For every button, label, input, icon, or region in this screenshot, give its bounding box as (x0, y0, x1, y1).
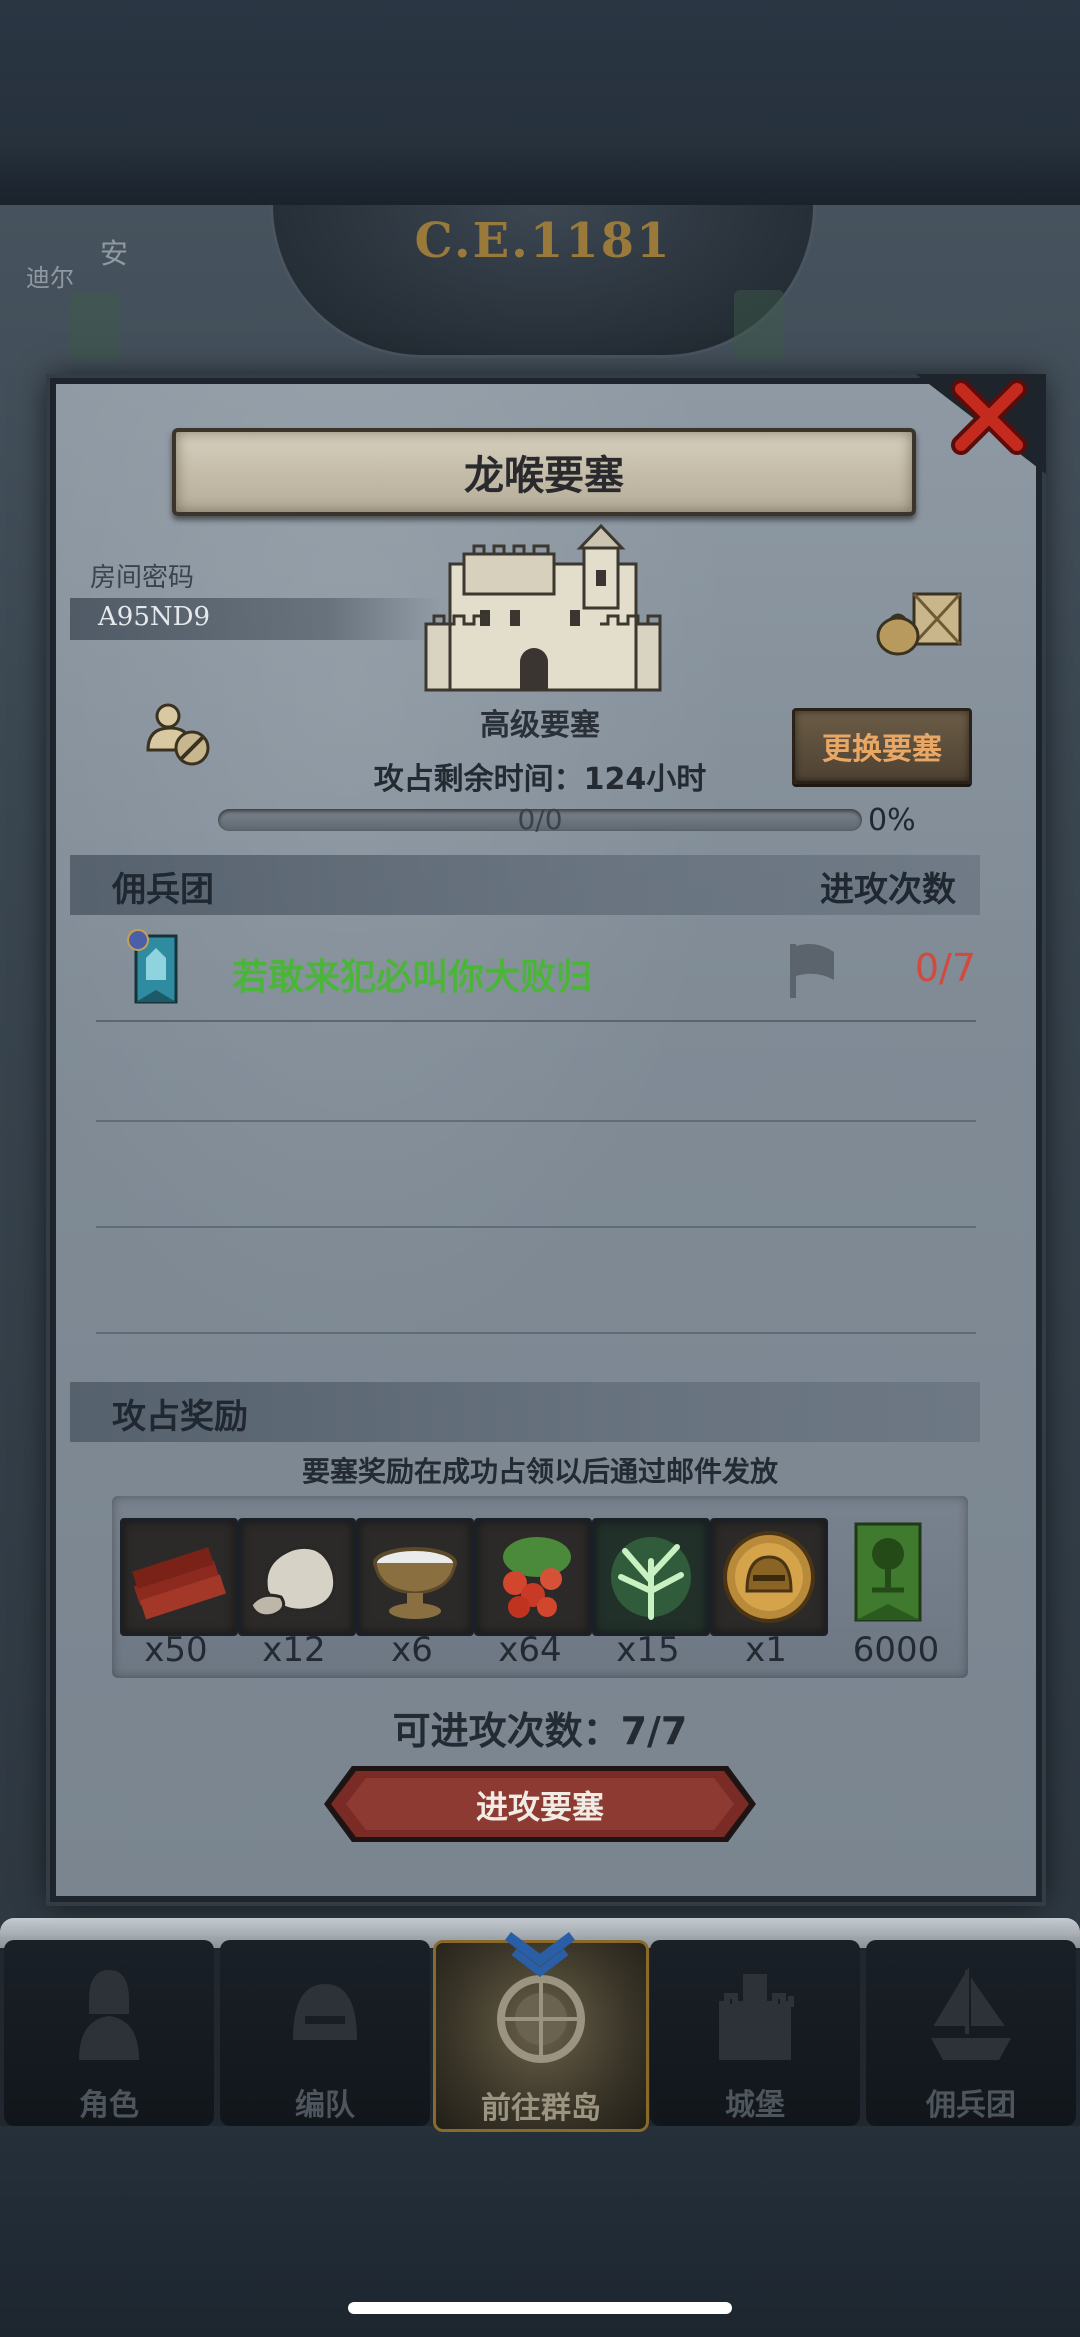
close-button[interactable] (944, 372, 1034, 462)
supplies-icon[interactable] (874, 586, 964, 658)
background-label: 迪尔 (26, 264, 74, 292)
reward-quantity: x50 (144, 1630, 208, 1670)
wood-icon (132, 1547, 227, 1620)
reward-note: 要塞奖励在成功占领以后通过邮件发放 (301, 1455, 778, 1488)
nav-tab-label: 城堡 (725, 2088, 785, 2123)
reward-wood[interactable] (120, 1518, 238, 1636)
reward-quantity: x6 (391, 1630, 433, 1670)
herb-icon (611, 1537, 691, 1620)
nav-tab-formation[interactable]: 编队 (220, 1940, 430, 2126)
background-banner-icon (734, 290, 784, 360)
capture-progress-text: 0/0 (517, 803, 563, 836)
change-fortress-button[interactable]: 更换要塞 (792, 708, 972, 784)
background-label: 安 (100, 237, 129, 270)
mercenary-row[interactable]: 若敢来犯必叫你大败归 0/7 (96, 920, 976, 1022)
castle-icon (424, 524, 662, 692)
title-plaque: 龙喉要塞 (172, 428, 916, 516)
milk-bowl-icon (373, 1547, 457, 1619)
attack-fortress-label: 进攻要塞 (475, 1788, 604, 1826)
nav-tab-label: 佣兵团 (926, 2088, 1016, 2123)
reward-quantity: x64 (498, 1630, 562, 1670)
reward-quantity: x1 (745, 1630, 787, 1670)
empty-slot-divider (96, 1120, 976, 1122)
attack-count-header: 进攻次数 (820, 870, 956, 910)
flag-icon (790, 944, 834, 998)
reward-banner[interactable] (850, 1518, 926, 1630)
reward-herb[interactable] (592, 1518, 710, 1636)
reward-gold-helmet[interactable] (710, 1518, 828, 1636)
empty-slot-divider (96, 1226, 976, 1228)
stone-icon (249, 1545, 337, 1618)
capture-progress-percent: 0% (868, 803, 916, 838)
kick-player-icon[interactable] (144, 700, 214, 770)
home-indicator (348, 2302, 732, 2314)
chevron-down-icon (505, 1932, 575, 1978)
berries-icon (503, 1537, 571, 1618)
reward-section-title: 攻占奖励 (112, 1397, 248, 1437)
castle-icon (719, 1974, 794, 2060)
ship-icon (931, 1966, 1011, 2060)
nav-tab-mercenary[interactable]: 佣兵团 (866, 1940, 1076, 2126)
fortress-level: 高级要塞 (480, 708, 600, 743)
game-screen: C.E.1181 安 迪尔 龙喉要塞 房间密码 A95ND9 高级要塞 攻占剩余… (0, 0, 1080, 2337)
reward-milk[interactable] (356, 1518, 474, 1636)
empty-slot-divider (96, 1332, 976, 1334)
remaining-attempts: 可进攻次数：7/7 (392, 1709, 688, 1753)
room-password-value: A95ND9 (98, 602, 210, 632)
mercenary-section-title: 佣兵团 (112, 870, 214, 910)
nav-tab-label: 角色 (79, 2088, 139, 2123)
reward-quantity: 6000 (852, 1630, 940, 1670)
mercenary-banner-icon (127, 929, 178, 1004)
nav-tab-label: 编队 (295, 2088, 355, 2123)
change-fortress-label: 更换要塞 (822, 732, 942, 767)
mercenary-attack-count: 0/7 (914, 946, 976, 990)
helmet-icon (293, 1984, 357, 2040)
knight-icon (79, 1970, 139, 2060)
reward-stone[interactable] (238, 1518, 356, 1636)
close-icon (951, 379, 1027, 455)
reward-quantity: x12 (262, 1630, 326, 1670)
top-bar (0, 0, 1080, 205)
gold-helmet-coin-icon (723, 1531, 815, 1623)
time-left-text: 攻占剩余时间：124小时 (373, 762, 707, 797)
modal-title: 龙喉要塞 (464, 453, 624, 499)
nav-tab-label: 前往群岛 (481, 2091, 601, 2126)
reward-berries[interactable] (474, 1518, 592, 1636)
background-banner-icon (70, 292, 120, 362)
room-password-label: 房间密码 (90, 563, 195, 593)
nav-tab-castle[interactable]: 城堡 (650, 1940, 860, 2126)
reward-quantity: x15 (616, 1630, 680, 1670)
attack-fortress-button[interactable]: 进攻要塞 (322, 1764, 758, 1844)
year-text: C.E.1181 (414, 213, 672, 269)
mercenary-name: 若敢来犯必叫你大败归 (232, 957, 593, 998)
nav-tab-character[interactable]: 角色 (4, 1940, 214, 2126)
green-banner-icon (854, 1522, 922, 1622)
